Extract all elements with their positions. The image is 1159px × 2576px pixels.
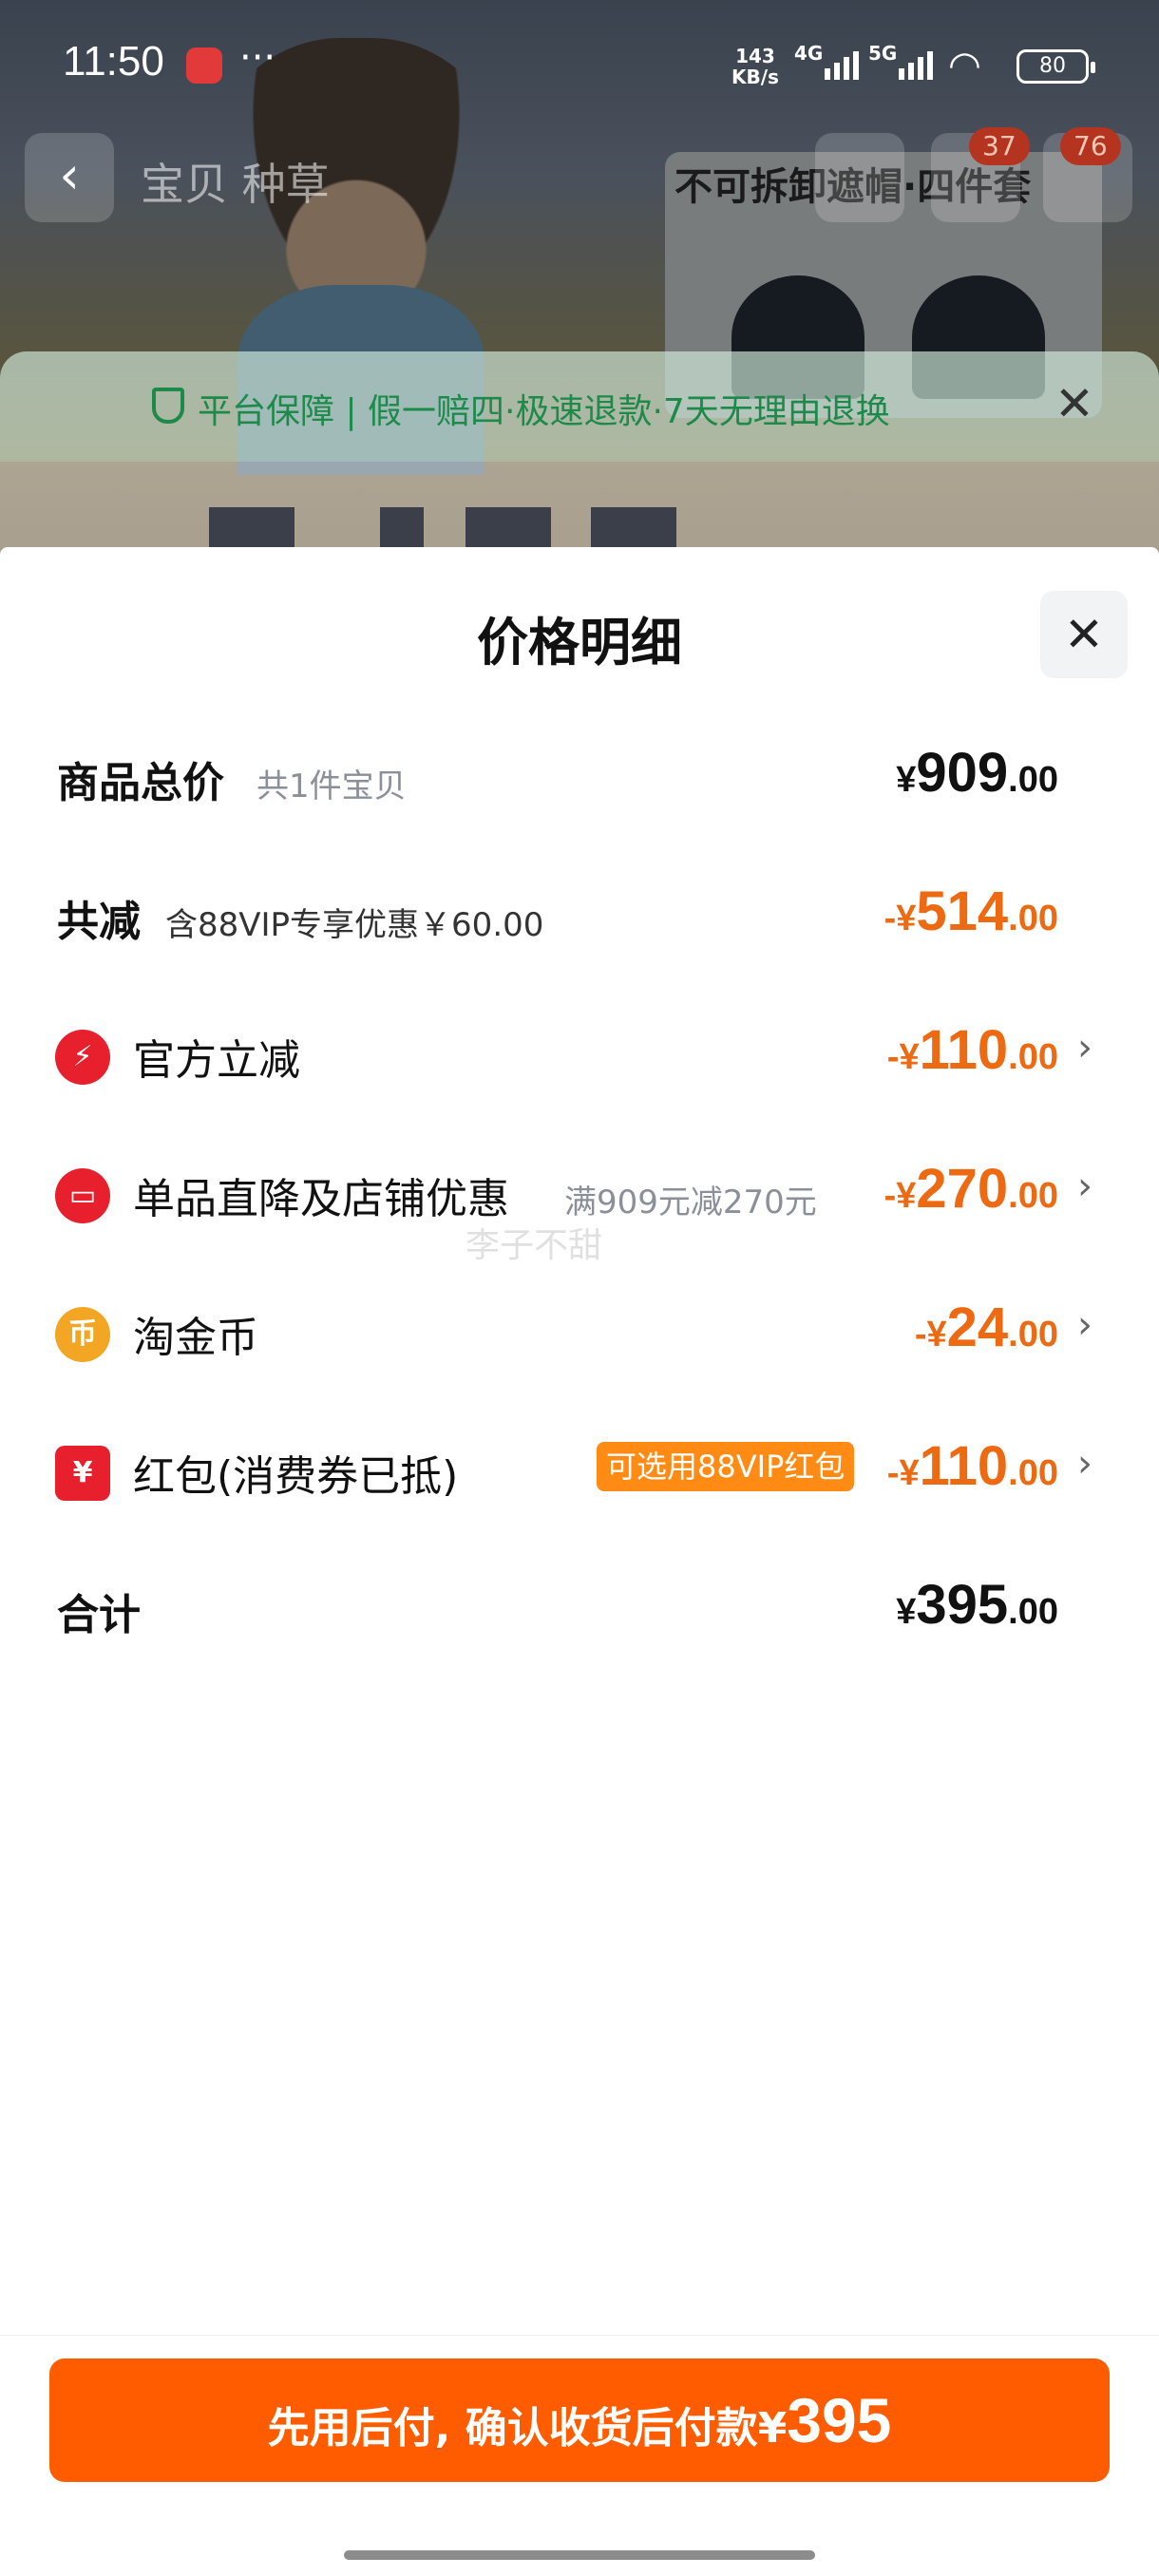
chevron-right-icon: › <box>1077 1026 1092 1070</box>
amount-decimal: .00 <box>1008 1037 1058 1077</box>
total-label: 合计 <box>57 1591 141 1639</box>
pay-button-currency: ¥ <box>757 2404 788 2453</box>
red-packet-row[interactable]: ¥ 红包(消费券已抵) 可选用88VIP红包 -¥110.00 › <box>0 1421 1159 1516</box>
store-discount-note: 满909元减270元 <box>564 1184 817 1222</box>
guarantee-bar: 平台保障 | 假一赔四·极速退款·7天无理由退换 ✕ <box>0 351 1159 462</box>
subtotal-label: 商品总价 <box>57 759 224 807</box>
amount-integer: 24 <box>946 1297 1009 1358</box>
vip-red-packet-tag[interactable]: 可选用88VIP红包 <box>597 1442 855 1491</box>
amount-integer: 909 <box>916 742 1009 804</box>
amount-decimal: .00 <box>1008 1592 1058 1632</box>
store-discount-amount: -¥270.00 <box>884 1157 1058 1221</box>
amount-integer: 110 <box>919 1019 1009 1081</box>
guarantee-close-icon[interactable]: ✕ <box>1054 376 1094 431</box>
total-row: 合计 ¥395.00 <box>0 1560 1159 1655</box>
currency-symbol: -¥ <box>914 1315 947 1354</box>
signal-icon <box>899 47 933 80</box>
chevron-right-icon: › <box>1077 1303 1092 1347</box>
subtotal-amount: ¥909.00 <box>896 741 1058 805</box>
share-icon[interactable] <box>815 133 904 222</box>
watermark: 李子不甜 <box>466 1226 603 1265</box>
official-discount-row[interactable]: ⚡ 官方立减 -¥110.00 › <box>0 1005 1159 1100</box>
discount-total-label: 共减 <box>57 898 141 946</box>
red-packet-label: 红包(消费券已抵) <box>133 1452 459 1501</box>
chevron-right-icon: › <box>1077 1442 1092 1486</box>
coins-amount: -¥24.00 <box>915 1296 1058 1359</box>
store-discount-label: 单品直降及店铺优惠 <box>133 1175 509 1223</box>
discount-total-amount: -¥514.00 <box>884 880 1058 943</box>
amount-decimal: .00 <box>1008 1453 1058 1493</box>
cart-badge: 37 <box>969 127 1030 165</box>
close-icon: ✕ <box>1064 607 1104 662</box>
signal-icon <box>825 47 859 80</box>
product-nav-bar: ‹ 宝贝 种草 不可拆卸遮帽·四件套 37 76 <box>0 127 1159 228</box>
pay-later-button[interactable]: 先用后付, 确认收货后付款¥395 <box>49 2358 1110 2482</box>
network-speed: 143 KB/s <box>732 46 779 87</box>
price-detail-sheet: 价格明细 ✕ 商品总价 共1件宝贝 ¥909.00 共减 含88VIP专享优惠￥… <box>0 547 1159 2576</box>
sheet-title: 价格明细 <box>477 613 682 672</box>
red-packet-amount: -¥110.00 <box>887 1434 1058 1498</box>
coins-label: 淘金币 <box>133 1314 258 1362</box>
amount-decimal: .00 <box>1008 899 1058 938</box>
discount-total-row: 共减 含88VIP专享优惠￥60.00 -¥514.00 <box>0 866 1159 961</box>
lightning-icon: ⚡ <box>55 1030 110 1085</box>
pay-button-label: 先用后付, 确认收货后付款 <box>267 2404 758 2453</box>
subtotal-row: 商品总价 共1件宝贝 ¥909.00 <box>0 728 1159 823</box>
more-notifications-icon: ··· <box>239 36 276 80</box>
message-badge: 76 <box>1060 127 1121 165</box>
sim1-label: 4G <box>794 42 824 65</box>
back-button[interactable]: ‹ <box>25 133 114 222</box>
status-time: 11:50 <box>63 38 164 85</box>
close-button[interactable]: ✕ <box>1040 591 1128 678</box>
pay-button-amount: 395 <box>787 2385 892 2455</box>
currency-symbol: -¥ <box>884 1176 917 1216</box>
amount-integer: 395 <box>916 1574 1009 1636</box>
guarantee-text: 平台保障 | 假一赔四·极速退款·7天无理由退换 <box>198 392 890 431</box>
status-bar: 11:50 ··· 143 KB/s 4G 5G ◠ 80 <box>0 0 1159 114</box>
currency-symbol: -¥ <box>886 1037 920 1077</box>
amount-integer: 110 <box>919 1435 1009 1497</box>
amount-decimal: .00 <box>1008 1315 1058 1354</box>
coin-icon: 币 <box>55 1307 110 1362</box>
battery-icon: 80 <box>1016 49 1095 84</box>
chevron-right-icon: › <box>1077 1165 1092 1208</box>
official-discount-amount: -¥110.00 <box>887 1018 1058 1082</box>
shop-icon: ▭ <box>55 1168 110 1223</box>
nav-tabs[interactable]: 宝贝 种草 <box>141 150 330 213</box>
total-amount: ¥395.00 <box>896 1573 1058 1637</box>
coins-row[interactable]: 币 淘金币 -¥24.00 › <box>0 1282 1159 1377</box>
amount-decimal: .00 <box>1008 1176 1058 1216</box>
currency-symbol: ¥ <box>896 1592 917 1632</box>
bottom-pay-bar: 先用后付, 确认收货后付款¥395 <box>0 2335 1159 2576</box>
shield-check-icon <box>152 388 184 424</box>
home-indicator[interactable] <box>344 2550 815 2560</box>
vip-discount-note: 含88VIP专享优惠￥60.00 <box>165 906 544 944</box>
amount-decimal: .00 <box>1008 760 1058 800</box>
red-packet-icon: ¥ <box>55 1446 110 1501</box>
notification-icon <box>186 47 222 84</box>
amount-integer: 514 <box>916 881 1009 942</box>
network-speed-value: 143 <box>735 45 775 67</box>
chevron-left-icon: ‹ <box>59 145 80 205</box>
currency-symbol: ¥ <box>896 760 917 800</box>
official-discount-label: 官方立减 <box>133 1036 300 1085</box>
network-speed-unit: KB/s <box>732 66 779 88</box>
currency-symbol: -¥ <box>886 1453 920 1493</box>
currency-symbol: -¥ <box>884 899 917 938</box>
item-count: 共1件宝贝 <box>256 767 407 805</box>
sim2-label: 5G <box>868 42 898 65</box>
wifi-icon: ◠ <box>948 44 981 87</box>
amount-integer: 270 <box>916 1158 1009 1220</box>
